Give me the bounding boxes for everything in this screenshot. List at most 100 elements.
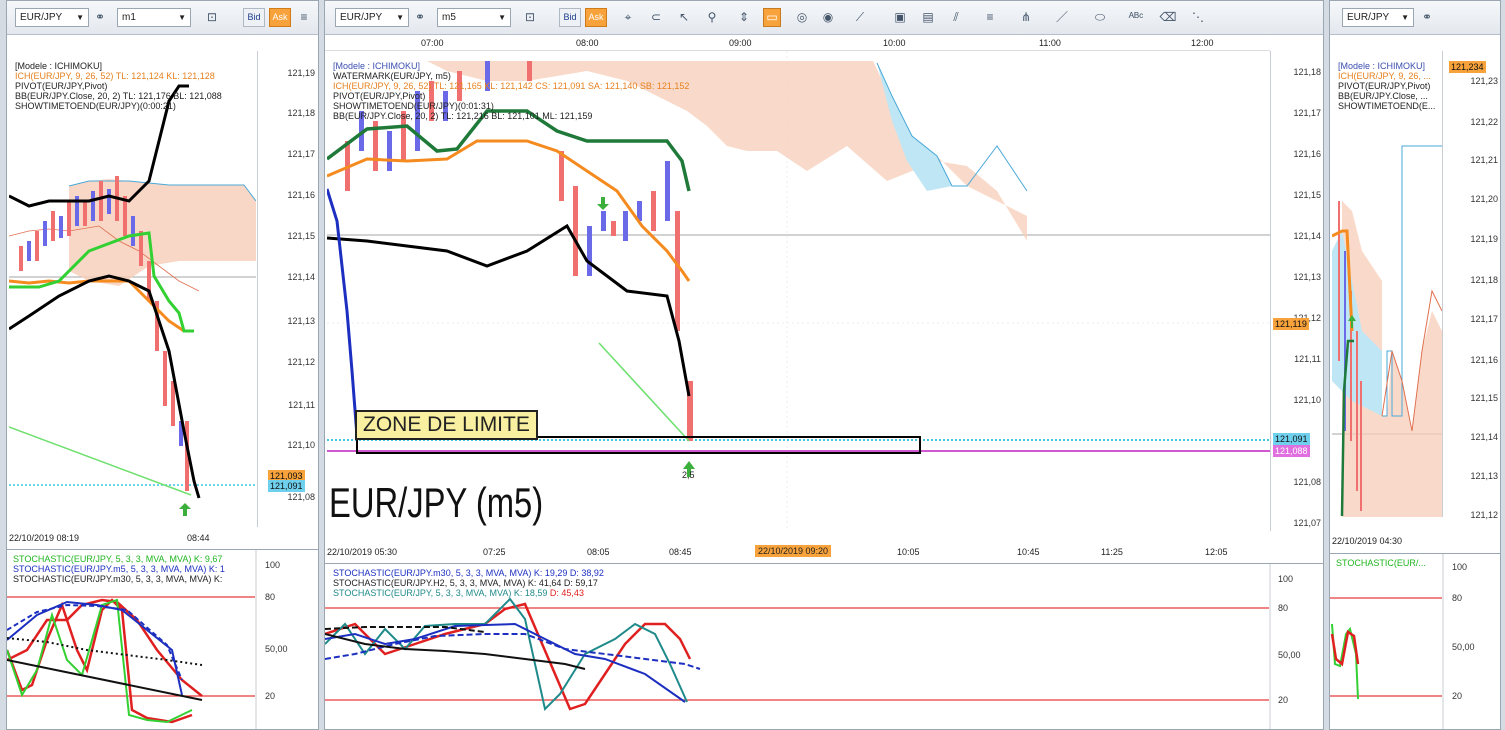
y-tick: 121,17: [1470, 314, 1498, 324]
link-icon[interactable]: ⚭: [91, 8, 109, 27]
timeframe-select[interactable]: m1 ▼: [117, 8, 191, 27]
symbol-select[interactable]: EUR/JPY ▼: [335, 8, 409, 27]
price-plot-m1[interactable]: [9, 51, 256, 527]
legend-line: [Modele : ICHIMOKU]: [1338, 61, 1426, 71]
y-tick: 121,10: [1293, 395, 1321, 405]
legend-stoch-d: D: 45,43: [549, 588, 584, 598]
stoch-tick: 50,00: [1278, 650, 1301, 660]
image-icon[interactable]: ▣: [891, 8, 909, 27]
stochastic-legend-m1: STOCHASTIC(EUR/JPY, 5, 3, 3, MVA, MVA) K…: [13, 554, 225, 584]
bid-button[interactable]: Bid: [559, 8, 581, 27]
cursor-icon[interactable]: ↖: [675, 8, 693, 27]
legend-line: BB(EUR/JPY.Close, 20, 2) TL: 121,216 BL:…: [333, 111, 593, 121]
watermark-text: EUR/JPY (m5): [329, 479, 544, 526]
y-tick: 121,13: [1293, 272, 1321, 282]
ellipse-icon[interactable]: ⬭: [1091, 8, 1109, 27]
legend-line: SHOWTIMETOEND(EUR/JPY)(0:01:31): [333, 101, 494, 111]
chart-type-icon[interactable]: ⊡: [203, 8, 221, 27]
lines-icon[interactable]: ≡: [981, 8, 999, 27]
y-tick: 121,13: [287, 316, 315, 326]
globe-icon[interactable]: ◉: [819, 8, 837, 27]
chart-type-icon[interactable]: ⊡: [521, 8, 539, 27]
price-tag-orange: 121,119: [1273, 318, 1309, 330]
top-time-axis: 07:00 08:00 09:00 10:00 11:00 12:00: [325, 35, 1270, 51]
price-tag-cyan: 121,091: [1273, 433, 1310, 445]
y-tick: 121,22: [1470, 117, 1498, 127]
comment-icon[interactable]: ▭: [763, 8, 781, 27]
price-axis-m1[interactable]: 121,19 121,18 121,17 121,16 121,15 121,1…: [257, 51, 317, 527]
fit-icon[interactable]: ⇕: [735, 8, 753, 27]
legend-line: [Modele : ICHIMOKU]: [333, 61, 421, 71]
link-icon[interactable]: ⚭: [1418, 8, 1436, 27]
chart-window-right: EUR/JPY ▼ ⚭ [Modele : ICHIMOKU] ICH(EUR/J…: [1329, 0, 1501, 730]
x-tick: 11:00: [1039, 38, 1061, 48]
legend-line: WATERMARK(EUR/JPY, m5): [333, 71, 451, 81]
legend-line: PIVOT(EUR/JPY,Pivot): [333, 91, 426, 101]
stochastic-panel-m1[interactable]: STOCHASTIC(EUR/JPY, 5, 3, 3, MVA, MVA) K…: [7, 549, 318, 729]
legend-line: STOCHASTIC(EUR/...: [1336, 558, 1426, 568]
ask-button[interactable]: Ask: [585, 8, 607, 27]
price-tag-magenta: 121,088: [1273, 445, 1310, 457]
magnet-icon[interactable]: ⊂: [647, 8, 665, 27]
price-plot-right[interactable]: [1332, 51, 1442, 517]
x-tick: 07:00: [421, 38, 444, 48]
y-tick: 121,11: [1294, 354, 1321, 364]
bid-button[interactable]: Bid: [243, 8, 265, 27]
zoom-icon[interactable]: ⚲: [703, 8, 721, 27]
text-icon[interactable]: ᴬᴮᶜ: [1127, 8, 1145, 27]
price-plot-m5[interactable]: [327, 51, 1270, 531]
eraser-icon[interactable]: ⌫: [1159, 8, 1177, 27]
stochastic-panel-right[interactable]: STOCHASTIC(EUR/... 100 80 50,00 20: [1330, 553, 1500, 729]
template-icon[interactable]: ▤: [919, 8, 937, 27]
y-tick: 121,11: [288, 400, 315, 410]
symbol-select[interactable]: EUR/JPY ▼: [1342, 8, 1414, 27]
y-tick: 121,07: [1293, 518, 1321, 528]
timeframe-select[interactable]: m5 ▼: [437, 8, 511, 27]
legend-line: SHOWTIMETOEND(E...: [1338, 101, 1436, 111]
y-tick: 121,14: [287, 272, 315, 282]
price-chart-svg: [9, 84, 256, 516]
pen-icon[interactable]: ／: [1053, 8, 1071, 27]
y-tick: 121,15: [1470, 393, 1498, 403]
legend-line: PIVOT(EUR/JPY,Pivot): [15, 81, 108, 91]
y-tick: 121,12: [1470, 510, 1498, 520]
crosshair-icon[interactable]: ⌖: [619, 8, 637, 27]
zone-label[interactable]: ZONE DE LIMITE: [355, 410, 538, 440]
legend-line: STOCHASTIC(EUR/JPY.m30, 5, 3, 3, MVA, MV…: [13, 574, 223, 584]
ball-icon[interactable]: ◎: [793, 8, 811, 27]
pitchfork-icon[interactable]: ⋔: [1017, 8, 1035, 27]
menu-icon[interactable]: ≡: [295, 8, 313, 27]
stoch-tick: 50,00: [265, 644, 288, 654]
y-tick: 121,17: [1293, 108, 1321, 118]
legend-line: ICH(EUR/JPY, 9, 26, 52) TL: 121,124 KL: …: [15, 71, 215, 81]
stochastic-legend-right: STOCHASTIC(EUR/...: [1336, 558, 1426, 568]
link-icon[interactable]: ⚭: [411, 8, 429, 27]
y-tick: 121,19: [1470, 234, 1498, 244]
x-tick: 22/10/2019 04:30: [1332, 536, 1403, 546]
toolbar-right: EUR/JPY ▼ ⚭: [1330, 1, 1500, 35]
symbol-select[interactable]: EUR/JPY ▼: [15, 8, 89, 27]
y-tick: 121,16: [287, 190, 315, 200]
x-tick: 22/10/2019 05:30: [327, 547, 398, 557]
indicator-legend-m1: [Modele : ICHIMOKU] ICH(EUR/JPY, 9, 26, …: [15, 61, 222, 111]
stochastic-panel-m5[interactable]: STOCHASTIC(EUR/JPY.m30, 5, 3, 3, MVA, MV…: [325, 563, 1323, 729]
legend-line: STOCHASTIC(EUR/JPY.m30, 5, 3, 3, MVA, MV…: [333, 568, 604, 578]
price-axis-right[interactable]: 121,23 121,22 121,21 121,20 121,19 121,1…: [1442, 51, 1500, 520]
y-tick: 121,10: [287, 440, 315, 450]
x-tick: 10:00: [883, 38, 906, 48]
y-tick: 121,20: [1470, 194, 1498, 204]
y-tick: 121,18: [1470, 275, 1498, 285]
ask-button[interactable]: Ask: [269, 8, 291, 27]
y-tick: 121,16: [1470, 355, 1498, 365]
price-chart-svg: [327, 51, 1270, 531]
arrow-value-label: 2,5: [682, 470, 695, 480]
legend-line: STOCHASTIC(EUR/JPY.H2, 5, 3, 3, MVA, MVA…: [333, 578, 598, 588]
price-axis-m5[interactable]: 121,18 121,17 121,16 121,15 121,14 121,1…: [1270, 51, 1323, 531]
stochastic-legend-m5: STOCHASTIC(EUR/JPY.m30, 5, 3, 3, MVA, MV…: [333, 568, 604, 598]
stoch-tick: 20: [1278, 695, 1289, 705]
ruler-icon[interactable]: ⟋: [851, 8, 869, 27]
x-tick: 09:00: [729, 38, 752, 48]
fibonacci-icon[interactable]: ⫽: [947, 8, 965, 27]
price-tag-orange: 121,234: [1449, 61, 1486, 73]
tree-icon[interactable]: ⋱: [1189, 8, 1207, 27]
